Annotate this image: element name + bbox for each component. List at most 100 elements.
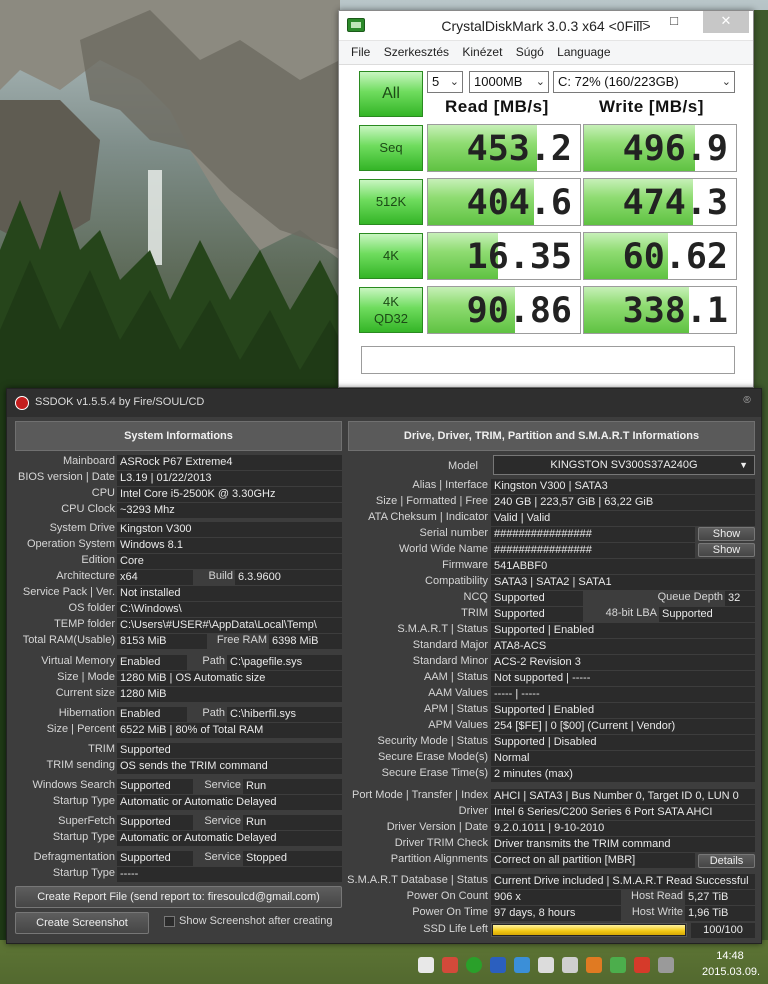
orange-tray-icon[interactable]: [586, 957, 602, 973]
system-drive-label: System Drive: [49, 522, 115, 534]
host-read-label: Host Read: [631, 890, 683, 902]
service-pack-label: Service Pack | Ver.: [22, 586, 115, 598]
shield-icon[interactable]: [610, 957, 626, 973]
ssd-life-label: SSD Life Left: [423, 923, 488, 935]
hibernation-label: Hibernation: [58, 707, 115, 719]
close-button[interactable]: ✕: [703, 11, 749, 33]
run-all-button[interactable]: All: [359, 71, 423, 117]
total-ram-value: 8153 MiB: [117, 634, 207, 649]
virtual-memory-label: Virtual Memory: [41, 655, 115, 667]
cpu-label: CPU: [91, 487, 115, 499]
create-report-button[interactable]: Create Report File (send report to: fire…: [15, 886, 342, 908]
port-mode-label: Port Mode | Transfer | Index: [352, 789, 488, 801]
app-tray-icon[interactable]: [442, 957, 458, 973]
create-screenshot-button[interactable]: Create Screenshot: [15, 912, 149, 934]
volume-icon[interactable]: [634, 957, 650, 973]
run-4k-qd32-button[interactable]: 4K QD32: [359, 287, 423, 333]
system-info-header: System Informations: [15, 421, 342, 451]
standard-minor-value: ACS-2 Revision 3: [491, 655, 755, 670]
signal-icon-2[interactable]: [562, 957, 578, 973]
test-size-select[interactable]: 1000MB ⌄: [469, 71, 549, 93]
show-wwn-button[interactable]: Show: [698, 543, 755, 557]
hibernation-value: Enabled: [117, 707, 187, 722]
ncq-label: NCQ: [463, 591, 488, 603]
minimize-button[interactable]: —: [629, 11, 655, 33]
menu-theme[interactable]: Kinézet: [462, 45, 502, 59]
chevron-down-icon: ⌄: [721, 76, 731, 88]
superfetch-service-value: Run: [243, 815, 342, 830]
partition-alignment-value: Correct on all partition [MBR]: [491, 853, 695, 868]
vm-path-value: C:\pagefile.sys: [227, 655, 342, 670]
network-tray-icon[interactable]: [514, 957, 530, 973]
superfetch-value: Supported: [117, 815, 193, 830]
show-serial-button[interactable]: Show: [698, 527, 755, 541]
serial-value: ################: [491, 527, 695, 542]
aam-values-value: ----- | -----: [491, 687, 755, 702]
drive-select[interactable]: C: 72% (160/223GB) ⌄: [553, 71, 735, 93]
firmware-value: 541ABBF0: [491, 559, 755, 574]
test-count-select[interactable]: 5 ⌄: [427, 71, 463, 93]
temp-folder-label: TEMP folder: [54, 618, 115, 630]
superfetch-label: SuperFetch: [58, 815, 115, 827]
trim-support-label: TRIM: [461, 607, 488, 619]
drive-value: C: 72% (160/223GB): [558, 74, 679, 89]
winsearch-startup-label: Startup Type: [52, 795, 115, 807]
taskbar: [0, 944, 768, 984]
run-4k-button[interactable]: 4K: [359, 233, 423, 279]
current-size-value: 1280 MiB: [117, 687, 342, 702]
read-header: Read [MB/s]: [445, 97, 549, 116]
model-select[interactable]: KINGSTON SV300S37A240G ▼: [493, 455, 755, 475]
4k-qd32-read-result: 90.86: [427, 286, 581, 334]
4k-qd32-read-value: 90.86: [466, 291, 572, 331]
vm-path-label: Path: [202, 655, 225, 667]
bios-value: L3.19 | 01/22/2013: [117, 471, 342, 486]
menu-help[interactable]: Súgó: [516, 45, 544, 59]
maximize-button[interactable]: □: [661, 11, 687, 33]
power-on-count-value: 906 x: [491, 890, 621, 905]
winsearch-startup-value: Automatic or Automatic Delayed: [117, 795, 342, 810]
menu-edit[interactable]: Szerkesztés: [384, 45, 449, 59]
details-button[interactable]: Details: [698, 854, 755, 868]
secure-erase-mode-value: Normal: [491, 751, 755, 766]
defrag-value: Supported: [117, 851, 193, 866]
lba48-value: Supported: [659, 607, 755, 622]
4k-qd32-write-result: 338.1: [583, 286, 737, 334]
cdm-body: All 5 ⌄ 1000MB ⌄ C: 72% (160/223GB) ⌄ Re…: [339, 65, 753, 387]
total-ram-label: Total RAM(Usable): [22, 634, 115, 646]
green-tray-icon[interactable]: [466, 957, 482, 973]
defrag-startup-label: Startup Type: [52, 867, 115, 879]
blue-tray-icon[interactable]: [490, 957, 506, 973]
ssdok-window: SSDOK v1.5.5.4 by Fire/SOUL/CD ® System …: [6, 388, 762, 944]
run-seq-button[interactable]: Seq: [359, 125, 423, 171]
drive-info-header: Drive, Driver, TRIM, Partition and S.M.A…: [348, 421, 755, 451]
size-label: Size | Formatted | Free: [375, 495, 488, 507]
hib-size-percent-value: 6522 MiB | 80% of Total RAM: [117, 723, 342, 738]
menu-language[interactable]: Language: [557, 45, 610, 59]
temp-folder-value: C:\Users\#USER#\AppData\Local\Temp\: [117, 618, 342, 633]
comment-field[interactable]: [361, 346, 735, 374]
cdm-window-title: CrystalDiskMark 3.0.3 x64 <0Fill>: [441, 18, 651, 34]
clock-date: 2015.03.09.: [702, 966, 761, 978]
cdm-titlebar: CrystalDiskMark 3.0.3 x64 <0Fill> — □ ✕: [339, 11, 753, 41]
secure-erase-mode-label: Secure Erase Mode(s): [377, 751, 488, 763]
cpu-value: Intel Core i5-2500K @ 3.30GHz: [117, 487, 342, 502]
tray-clock[interactable]: 14:48 2015.03.09.: [702, 948, 761, 980]
architecture-label: Architecture: [56, 570, 115, 582]
notification-icon[interactable]: [658, 957, 674, 973]
crystaldiskmark-window: CrystalDiskMark 3.0.3 x64 <0Fill> — □ ✕ …: [338, 10, 754, 388]
chevron-down-icon: ⌄: [449, 76, 459, 88]
close-icon[interactable]: ®: [741, 395, 753, 407]
seq-write-value: 496.9: [622, 129, 728, 169]
flag-icon[interactable]: [418, 957, 434, 973]
standard-major-label: Standard Major: [412, 639, 488, 651]
hib-path-label: Path: [202, 707, 225, 719]
compatibility-value: SATA3 | SATA2 | SATA1: [491, 575, 755, 590]
show-screenshot-checkbox[interactable]: [164, 916, 175, 927]
vm-size-mode-value: 1280 MiB | OS Automatic size: [117, 671, 342, 686]
driver-version-label: Driver Version | Date: [386, 821, 488, 833]
os-value: Windows 8.1: [117, 538, 342, 553]
signal-icon[interactable]: [538, 957, 554, 973]
menu-file[interactable]: File: [351, 45, 370, 59]
run-512k-button[interactable]: 512K: [359, 179, 423, 225]
virtual-memory-value: Enabled: [117, 655, 187, 670]
